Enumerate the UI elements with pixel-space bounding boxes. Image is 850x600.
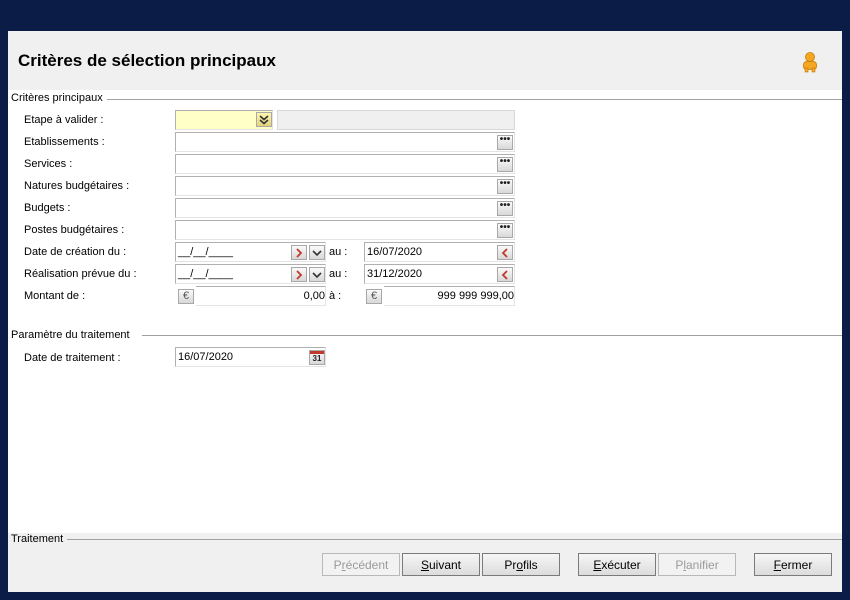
label-etape: Etape à valider :	[24, 114, 104, 126]
etablissements-input[interactable]	[175, 132, 515, 152]
label-date-traitement: Date de traitement :	[24, 352, 121, 364]
arrow-left-icon[interactable]	[497, 245, 513, 260]
double-chevron-down-icon[interactable]	[256, 112, 272, 127]
montant-from-input[interactable]: 0,00	[196, 286, 326, 306]
page-title: Critères de sélection principaux	[18, 51, 276, 70]
executer-button[interactable]: Exécuter	[578, 553, 656, 576]
natures-input[interactable]	[175, 176, 515, 196]
realisation-to-input[interactable]: 31/12/2020	[364, 264, 515, 284]
group-divider-main	[106, 99, 842, 100]
etape-description	[277, 110, 515, 130]
arrow-left-icon[interactable]	[497, 267, 513, 282]
budgets-ellipsis-icon[interactable]: •••	[497, 201, 513, 216]
label-a-montant: à :	[329, 290, 342, 302]
label-postes: Postes budgétaires :	[24, 224, 125, 236]
services-input[interactable]	[175, 154, 515, 174]
montant-to-input[interactable]: 999 999 999,00	[384, 286, 515, 306]
fermer-button[interactable]: Fermer	[754, 553, 832, 576]
group-title-main: Critères principaux	[11, 92, 107, 104]
label-realisation: Réalisation prévue du :	[24, 268, 137, 280]
postes-input[interactable]	[175, 220, 515, 240]
chevron-down-icon[interactable]	[309, 245, 325, 260]
date-traitement-input[interactable]: 16/07/2020	[175, 347, 326, 367]
group-title-processing: Traitement	[11, 533, 68, 545]
group-divider-params	[142, 335, 842, 336]
user-icon[interactable]	[800, 51, 820, 73]
services-ellipsis-icon[interactable]: •••	[497, 157, 513, 172]
arrow-right-icon[interactable]	[291, 245, 307, 260]
calendar-icon[interactable]: 31	[309, 350, 325, 365]
label-natures: Natures budgétaires :	[24, 180, 130, 192]
group-divider-processing	[64, 539, 842, 540]
postes-ellipsis-icon[interactable]: •••	[497, 223, 513, 238]
date-creation-to-input[interactable]: 16/07/2020	[364, 242, 515, 262]
arrow-right-icon[interactable]	[291, 267, 307, 282]
profils-button[interactable]: Pr o fils	[482, 553, 560, 576]
precedent-button[interactable]: Pr écédent	[322, 553, 400, 576]
label-budgets: Budgets :	[24, 202, 71, 214]
chevron-down-icon[interactable]	[309, 267, 325, 282]
label-au-creation: au :	[329, 246, 348, 258]
label-au-realisation: au :	[329, 268, 348, 280]
label-services: Services :	[24, 158, 73, 170]
group-title-params: Paramètre du traitement	[11, 329, 134, 341]
budgets-input[interactable]	[175, 198, 515, 218]
euro-icon[interactable]: €	[178, 289, 194, 304]
suivant-button[interactable]: Suivant	[402, 553, 480, 576]
euro-icon[interactable]: €	[366, 289, 382, 304]
main-window: Critères de sélection principaux Critère…	[8, 31, 842, 592]
planifier-button[interactable]: Pl anifier	[658, 553, 736, 576]
etablissements-ellipsis-icon[interactable]: •••	[497, 135, 513, 150]
natures-ellipsis-icon[interactable]: •••	[497, 179, 513, 194]
header-bar: Critères de sélection principaux	[8, 31, 842, 90]
label-date-creation: Date de création du :	[24, 246, 127, 258]
label-montant: Montant de :	[24, 290, 86, 302]
label-etablissements: Etablissements :	[24, 136, 105, 148]
footer-bar: Traitement Pr écédent Suivant Pr o fils Exé…	[8, 533, 842, 592]
